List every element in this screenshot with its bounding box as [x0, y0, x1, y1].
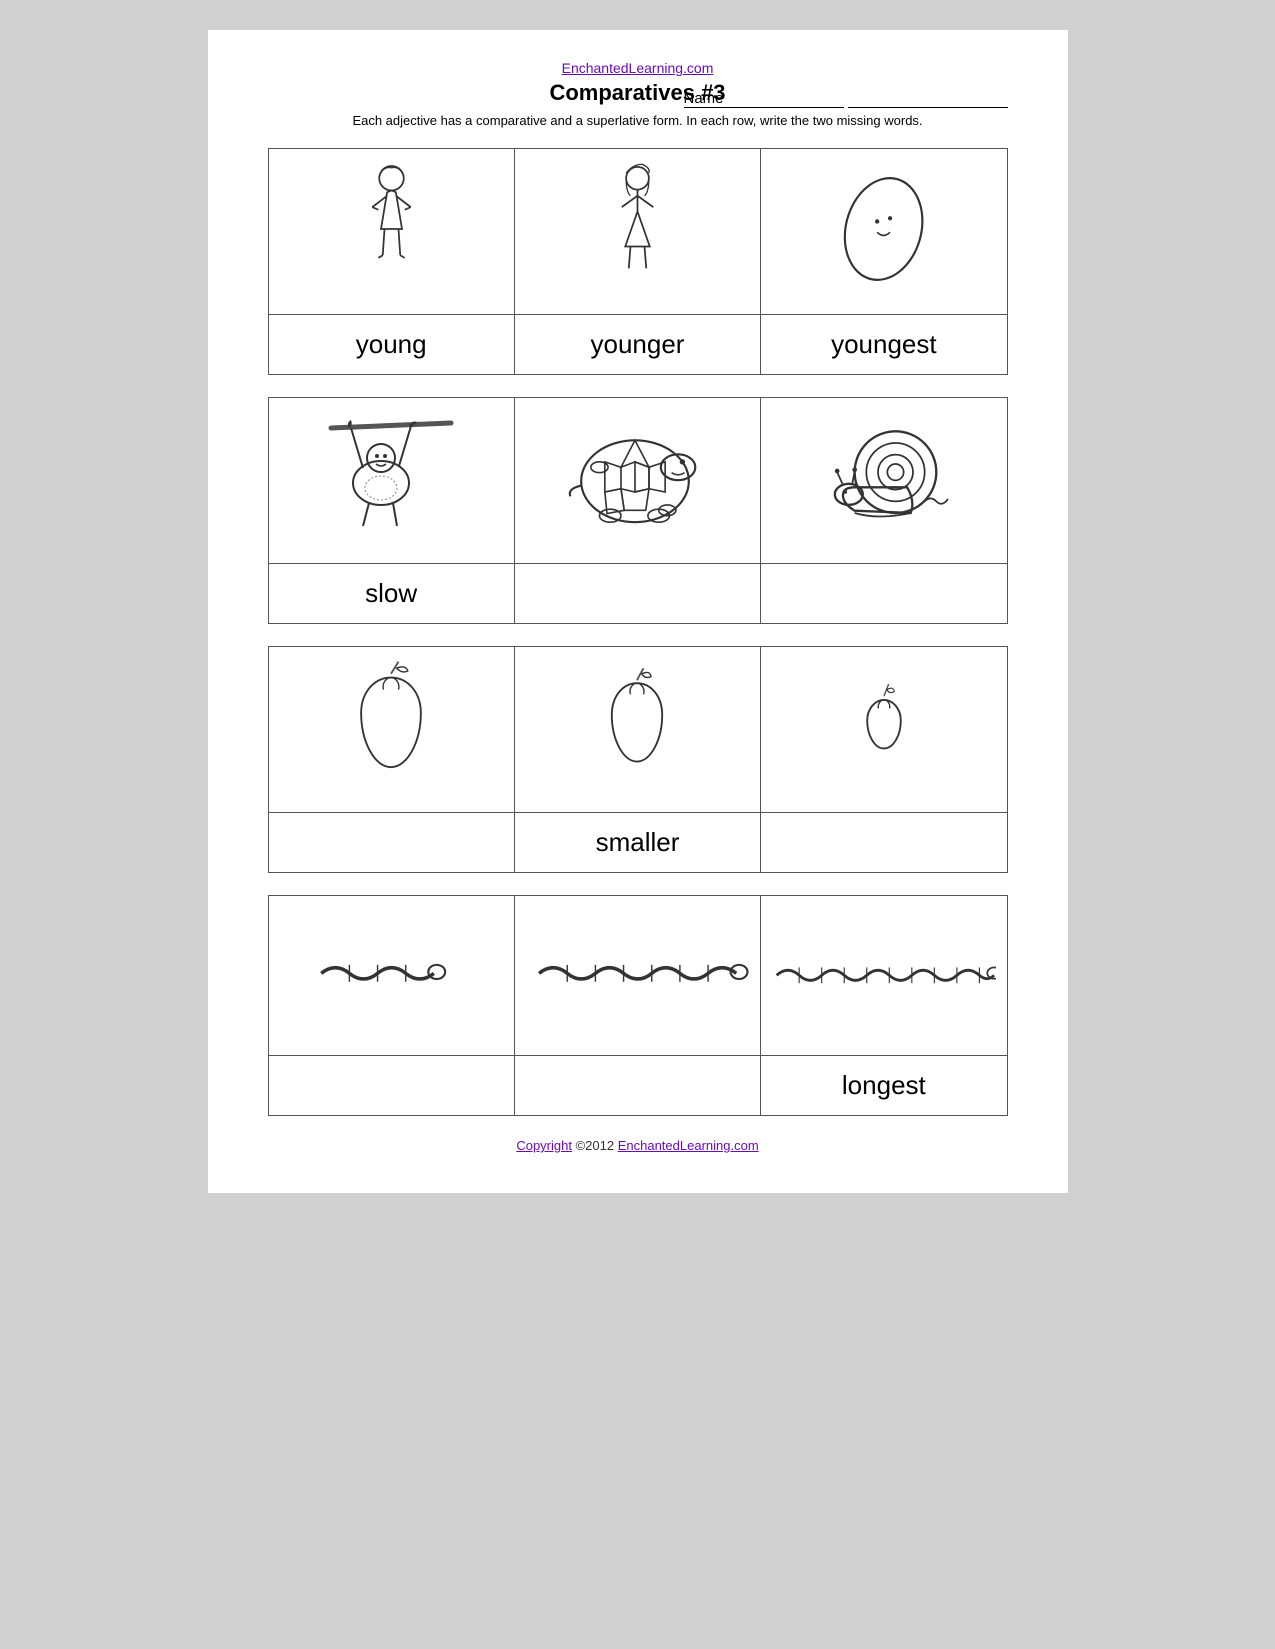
younger-girl-icon	[585, 159, 690, 299]
row3-label3	[761, 813, 1007, 873]
page-subtitle: Each adjective has a comparative and a s…	[268, 112, 1008, 130]
medium-worm-icon	[525, 917, 750, 1030]
row1-img2-cell	[514, 149, 760, 315]
row1-label2: younger	[514, 315, 760, 375]
youngest-baby-icon	[819, 159, 948, 299]
row4-label1	[268, 1056, 514, 1116]
young-woman-icon	[339, 159, 444, 299]
row2-label3	[761, 564, 1007, 624]
row3-img1-cell	[268, 647, 514, 813]
row4-img1-cell	[268, 896, 514, 1056]
row2-table: slow	[268, 397, 1008, 624]
footer-copyright-link[interactable]: Copyright	[516, 1138, 572, 1153]
row1-img1-cell	[268, 149, 514, 315]
row3-label2: smaller	[514, 813, 760, 873]
row1-label3: youngest	[761, 315, 1007, 375]
row3-table: smaller	[268, 646, 1008, 873]
name-label: Name	[684, 90, 844, 108]
row4-img3-cell	[761, 896, 1007, 1056]
turtle-icon	[551, 408, 723, 548]
row1-label1: young	[268, 315, 514, 375]
row4-table: longest	[268, 895, 1008, 1116]
row4-label2	[514, 1056, 760, 1116]
row3-img3-cell	[761, 647, 1007, 813]
name-field: Name	[680, 90, 1008, 108]
snail-icon	[808, 408, 960, 548]
row1-img3-cell	[761, 149, 1007, 315]
medium-pear-icon	[581, 657, 693, 797]
row4-label3: longest	[761, 1056, 1007, 1116]
long-worm-icon	[771, 928, 996, 1018]
footer-site-link[interactable]: EnchantedLearning.com	[618, 1138, 759, 1153]
row2-img2-cell	[514, 398, 760, 564]
short-worm-icon	[279, 917, 504, 1030]
row4-img2-cell	[514, 896, 760, 1056]
row2-label1: slow	[268, 564, 514, 624]
page-footer: Copyright ©2012 EnchantedLearning.com	[268, 1138, 1008, 1153]
row3-img2-cell	[514, 647, 760, 813]
row1-table: young younger youngest	[268, 148, 1008, 375]
small-pear-icon	[828, 657, 940, 797]
worksheet-page: EnchantedLearning.com Comparatives #3 Ea…	[208, 30, 1068, 1193]
sloth-icon	[321, 408, 461, 548]
row2-label2	[514, 564, 760, 624]
row3-label1	[268, 813, 514, 873]
row2-img3-cell	[761, 398, 1007, 564]
row2-img1-cell	[268, 398, 514, 564]
footer-year: ©2012	[576, 1138, 615, 1153]
large-pear-icon	[335, 657, 447, 797]
header-site-link[interactable]: EnchantedLearning.com	[562, 60, 714, 76]
